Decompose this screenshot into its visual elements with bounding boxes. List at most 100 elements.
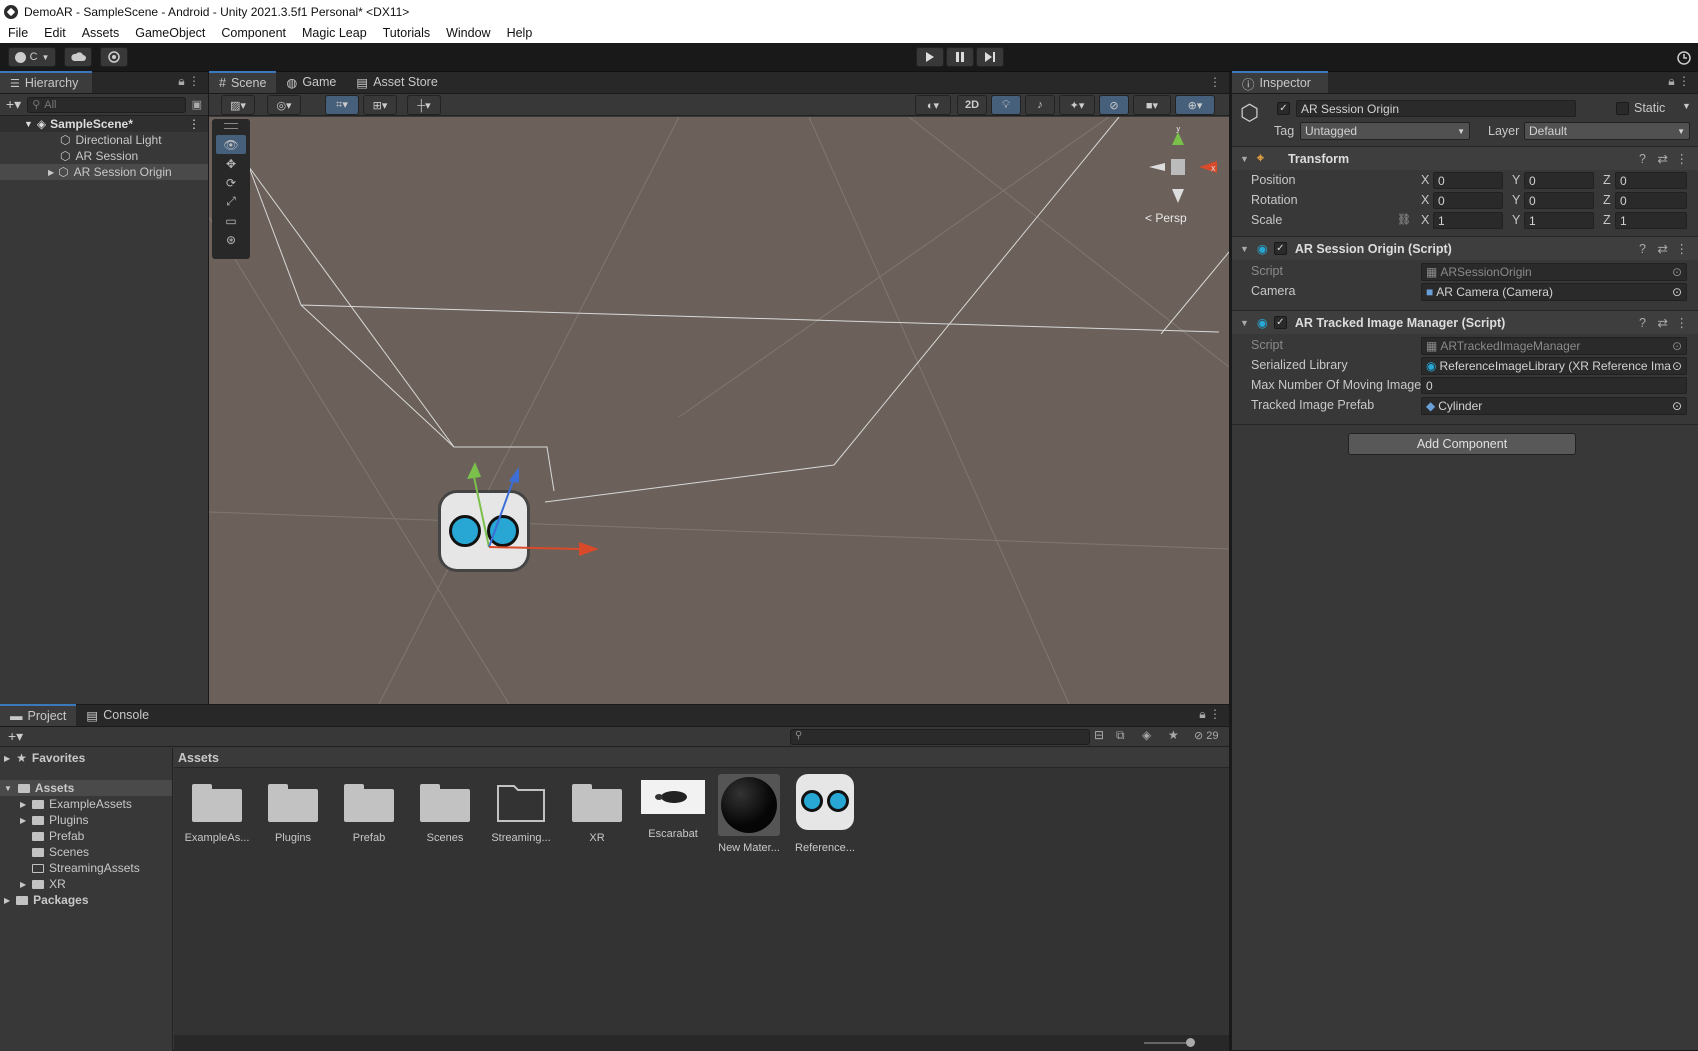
static-checkbox[interactable] [1616,102,1629,115]
scale-y-field[interactable] [1524,212,1594,229]
asset-escarabat-image[interactable]: Escarabat [635,778,711,840]
component-menu-icon[interactable]: ⋮ [1676,151,1689,166]
tree-item-exampleassets[interactable]: ▶ ExampleAssets [0,796,172,812]
render-mode-dropdown[interactable]: ◐▾ [915,95,951,115]
drag-handle-icon[interactable] [224,123,238,129]
tag-icon[interactable]: ◈ [1142,728,1151,742]
presets-icon[interactable]: ⇄ [1658,315,1668,330]
asset-streaming-folder[interactable]: Streaming... [483,782,559,844]
projection-label[interactable]: < Persp [1145,211,1187,225]
component-menu-icon[interactable]: ⋮ [1676,241,1689,256]
favorites-row[interactable]: ▶ ★ Favorites [0,750,172,766]
component-enabled-checkbox[interactable]: ✓ [1273,242,1287,255]
add-component-button[interactable]: Add Component [1348,433,1576,455]
static-dropdown-icon[interactable]: ▼ [1682,101,1691,111]
constrain-proportions-icon[interactable]: ⛓︎ [1397,213,1411,226]
scene-visibility-icon[interactable]: ▣ [192,98,202,111]
menu-edit[interactable]: Edit [36,26,74,40]
scale-x-field[interactable] [1433,212,1503,229]
position-y-field[interactable] [1524,172,1594,189]
asset-prefab-folder[interactable]: Prefab [331,782,407,844]
tree-item-plugins[interactable]: ▶ Plugins [0,812,172,828]
pause-button[interactable] [946,47,974,67]
hidden-objects-toggle[interactable]: ⊘ [1099,95,1129,115]
audio-toggle[interactable]: ♪ [1025,95,1055,115]
tree-item-xr[interactable]: ▶ XR [0,876,172,892]
grid-toggle[interactable]: ⊞▾ [363,95,397,115]
camera-dropdown[interactable]: ■▾ [1133,95,1171,115]
packages-row[interactable]: ▶ Packages [0,892,172,908]
project-search-input[interactable]: ⚲ [790,729,1090,745]
menu-component[interactable]: Component [213,26,294,40]
assets-root-row[interactable]: ▼ Assets [0,780,172,796]
tab-asset-store[interactable]: ▤ Asset Store [346,71,447,93]
tab-project[interactable]: ▬ Project [0,704,77,726]
increment-snap[interactable]: ┼▾ [407,95,441,115]
move-tool-icon[interactable]: ✥ [216,154,246,173]
step-button[interactable] [976,47,1004,67]
lighting-toggle[interactable]: 💡︎ [991,95,1021,115]
gizmos-dropdown[interactable]: ⊕▾ [1175,95,1215,115]
asset-xr-folder[interactable]: XR [559,782,635,844]
panel-menu-icon[interactable]: ⋮ [1201,75,1229,93]
grid-snap-toggle[interactable]: ⌗▾ [325,95,359,115]
position-z-field[interactable] [1615,172,1687,189]
max-moving-images-field[interactable] [1421,377,1687,394]
collab-button[interactable] [100,47,128,67]
menu-file[interactable]: File [0,26,36,40]
menu-gameobject[interactable]: GameObject [127,26,213,40]
layer-dropdown[interactable]: Default ▼ [1524,122,1690,140]
tab-scene[interactable]: # Scene [209,71,277,93]
menu-help[interactable]: Help [499,26,541,40]
hierarchy-item-directional-light[interactable]: ⬡ Directional Light [0,132,208,148]
scale-tool-icon[interactable]: ⤢ [216,192,246,211]
cloud-button[interactable] [64,47,92,67]
move-handles-icon[interactable] [429,447,629,567]
tab-game[interactable]: ◍ Game [276,71,346,93]
transform-header[interactable]: ▼ ⌖ Transform ? ⇄ ⋮ [1232,146,1698,170]
scene-viewport[interactable]: y x < Persp [209,117,1229,704]
collapse-arrow-icon[interactable]: ▼ [1240,244,1249,254]
tab-inspector[interactable]: ⓘ Inspector [1232,71,1328,93]
orientation-gizmo[interactable]: y x [1139,123,1219,207]
breadcrumb[interactable]: Assets [174,748,1229,768]
help-icon[interactable]: ? [1639,316,1646,330]
collapse-arrow-icon[interactable]: ▼ [1240,318,1249,328]
rect-tool-icon[interactable]: ▭ [216,211,246,230]
tag-dropdown[interactable]: Untagged ▼ [1300,122,1470,140]
favorite-star-icon[interactable]: ★ [1168,728,1179,742]
position-x-field[interactable] [1433,172,1503,189]
asset-scenes-folder[interactable]: Scenes [407,782,483,844]
camera-field[interactable]: ■ AR Camera (Camera) ⊙ [1421,283,1687,301]
tab-hierarchy[interactable]: ☰ Hierarchy [0,71,92,93]
ar-session-origin-header[interactable]: ▼ ◉ ✓ AR Session Origin (Script) ? ⇄ ⋮ [1232,236,1698,260]
object-picker-icon[interactable]: ⊙ [1672,359,1682,373]
component-enabled-checkbox[interactable]: ✓ [1273,316,1287,329]
hierarchy-item-ar-session[interactable]: ⬡ AR Session [0,148,208,164]
hierarchy-search-input[interactable]: ⚲ All [27,96,186,113]
help-icon[interactable]: ? [1639,242,1646,256]
tree-item-prefab[interactable]: Prefab [0,828,172,844]
tab-console[interactable]: ▤ Console [76,704,159,726]
collapse-arrow-icon[interactable]: ▼ [1240,154,1249,164]
asset-new-material[interactable]: New Mater... [711,774,787,854]
expand-arrow-icon[interactable]: ▶ [48,168,54,177]
lock-icon[interactable]: 🔒︎ ⋮ [1660,74,1698,93]
hidden-packages-toggle[interactable]: ⊘ 29 [1194,729,1219,742]
rotate-tool-icon[interactable]: ⟳ [216,173,246,192]
tracked-image-prefab-field[interactable]: ◆ Cylinder ⊙ [1421,397,1687,415]
scale-z-field[interactable] [1615,212,1687,229]
lock-icon[interactable]: 🔒︎ ⋮ [170,74,208,93]
toggle-2d-button[interactable]: 2D [957,95,987,115]
serialized-library-field[interactable]: ◉ ReferenceImageLibrary (XR Reference Ima… [1421,357,1687,375]
presets-icon[interactable]: ⇄ [1658,241,1668,256]
scene-row[interactable]: ▼ ◈ SampleScene* ⋮ [0,116,208,132]
tree-item-streamingassets[interactable]: StreamingAssets [0,860,172,876]
asset-exampleassets-folder[interactable]: ExampleAs... [179,782,255,844]
object-name-field[interactable] [1296,100,1576,117]
lock-icon[interactable]: 🔒︎ ⋮ [1191,707,1229,726]
menu-assets[interactable]: Assets [74,26,128,40]
menu-magic-leap[interactable]: Magic Leap [294,26,375,40]
expand-arrow-icon[interactable]: ▼ [24,119,33,129]
hierarchy-item-ar-session-origin[interactable]: ▶ ⬡ AR Session Origin [0,164,208,180]
